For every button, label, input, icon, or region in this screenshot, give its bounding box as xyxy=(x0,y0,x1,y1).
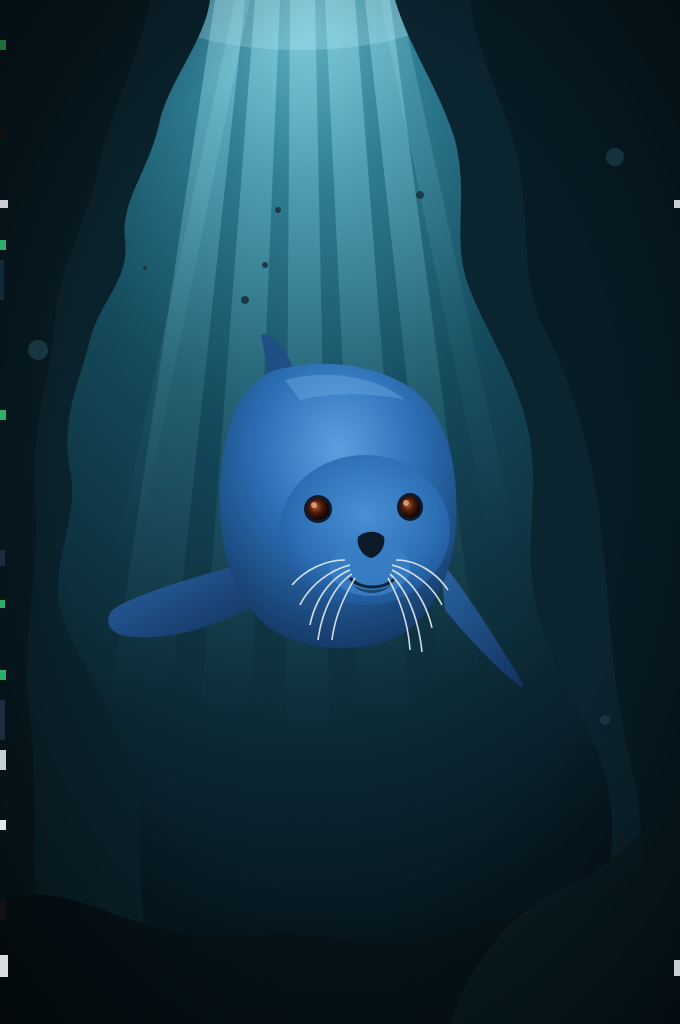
vignette xyxy=(0,0,680,1024)
underwater-scene xyxy=(0,0,680,1024)
scene-illustration xyxy=(0,0,680,1024)
